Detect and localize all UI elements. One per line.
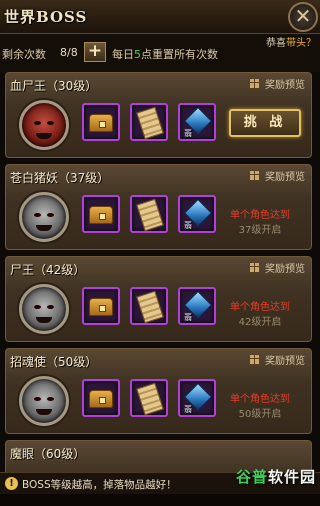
boss-card-shiwang: 尸王（42级） 奖励预览 翡 单个角色达到 42级开启	[5, 256, 312, 342]
info-bar: 恭喜带头？ 剩余次数 8/8 + 每日5点重置所有次数	[0, 34, 320, 72]
gold-scroll-icon[interactable]	[130, 287, 168, 325]
reward-preview-button[interactable]: 奖励预览	[249, 76, 305, 91]
unlock-level: 50级开启	[238, 409, 282, 420]
boss-portrait[interactable]	[19, 284, 69, 334]
unlock-level: 42级开启	[238, 317, 282, 328]
boss-name: 血尸王（30级）	[10, 79, 98, 93]
warning-icon: !	[5, 477, 18, 490]
site-watermark: 谷普软件园	[235, 468, 316, 486]
gift-icon	[249, 354, 260, 365]
close-button[interactable]: ✕	[288, 2, 318, 32]
bottom-strip	[0, 494, 320, 506]
boss-name: 苍白猪妖（37级）	[10, 171, 110, 185]
marquee-text: 恭喜带头？	[266, 38, 316, 48]
unlock-requirement: 单个角色达到	[230, 302, 290, 313]
blue-gem-icon[interactable]: 翡	[178, 379, 216, 417]
notice-text: BOSS等级越高，掉落物品越好！	[22, 479, 177, 491]
reward-preview-button[interactable]: 奖励预览	[249, 260, 305, 275]
page-title: 世界BOSS	[4, 8, 88, 26]
add-attempts-button[interactable]: +	[84, 42, 106, 62]
gold-scroll-icon[interactable]	[130, 379, 168, 417]
boss-list[interactable]: 血尸王（30级） 奖励预览 翡 挑 战 苍白猪妖（37级） 奖励预览 翡 单个角…	[0, 72, 320, 472]
boss-name: 尸王（42级）	[10, 263, 86, 277]
unlock-requirement: 单个角色达到	[230, 210, 290, 221]
reset-info-text: 每日5点重置所有次数	[112, 48, 218, 61]
remaining-count-value: 8/8	[60, 46, 78, 59]
boss-card-cangbaizhuyao: 苍白猪妖（37级） 奖励预览 翡 单个角色达到 37级开启	[5, 164, 312, 250]
boss-card-xueshiwang: 血尸王（30级） 奖励预览 翡 挑 战	[5, 72, 312, 158]
header-bar: 世界BOSS ✕	[0, 0, 320, 34]
treasure-chest-icon[interactable]	[82, 195, 120, 233]
gift-icon	[249, 78, 260, 89]
blue-gem-icon[interactable]: 翡	[178, 287, 216, 325]
boss-portrait[interactable]	[19, 192, 69, 242]
boss-portrait[interactable]	[19, 376, 69, 426]
boss-name: 招魂使（50级）	[10, 355, 98, 369]
boss-name: 魔眼（60级）	[10, 447, 86, 461]
gold-scroll-icon[interactable]	[130, 103, 168, 141]
reward-preview-button[interactable]: 奖励预览	[249, 168, 305, 183]
boss-portrait[interactable]	[19, 100, 69, 150]
blue-gem-icon[interactable]: 翡	[178, 103, 216, 141]
treasure-chest-icon[interactable]	[82, 287, 120, 325]
boss-card-zhaohunshi: 招魂使（50级） 奖励预览 翡 单个角色达到 50级开启	[5, 348, 312, 434]
challenge-button[interactable]: 挑 战	[229, 109, 301, 137]
unlock-level: 37级开启	[238, 225, 282, 236]
reward-preview-button[interactable]: 奖励预览	[249, 352, 305, 367]
gift-icon	[249, 170, 260, 181]
treasure-chest-icon[interactable]	[82, 103, 120, 141]
gift-icon	[249, 262, 260, 273]
unlock-requirement: 单个角色达到	[230, 394, 290, 405]
blue-gem-icon[interactable]: 翡	[178, 195, 216, 233]
remaining-count-label: 剩余次数	[2, 48, 46, 61]
treasure-chest-icon[interactable]	[82, 379, 120, 417]
gold-scroll-icon[interactable]	[130, 195, 168, 233]
